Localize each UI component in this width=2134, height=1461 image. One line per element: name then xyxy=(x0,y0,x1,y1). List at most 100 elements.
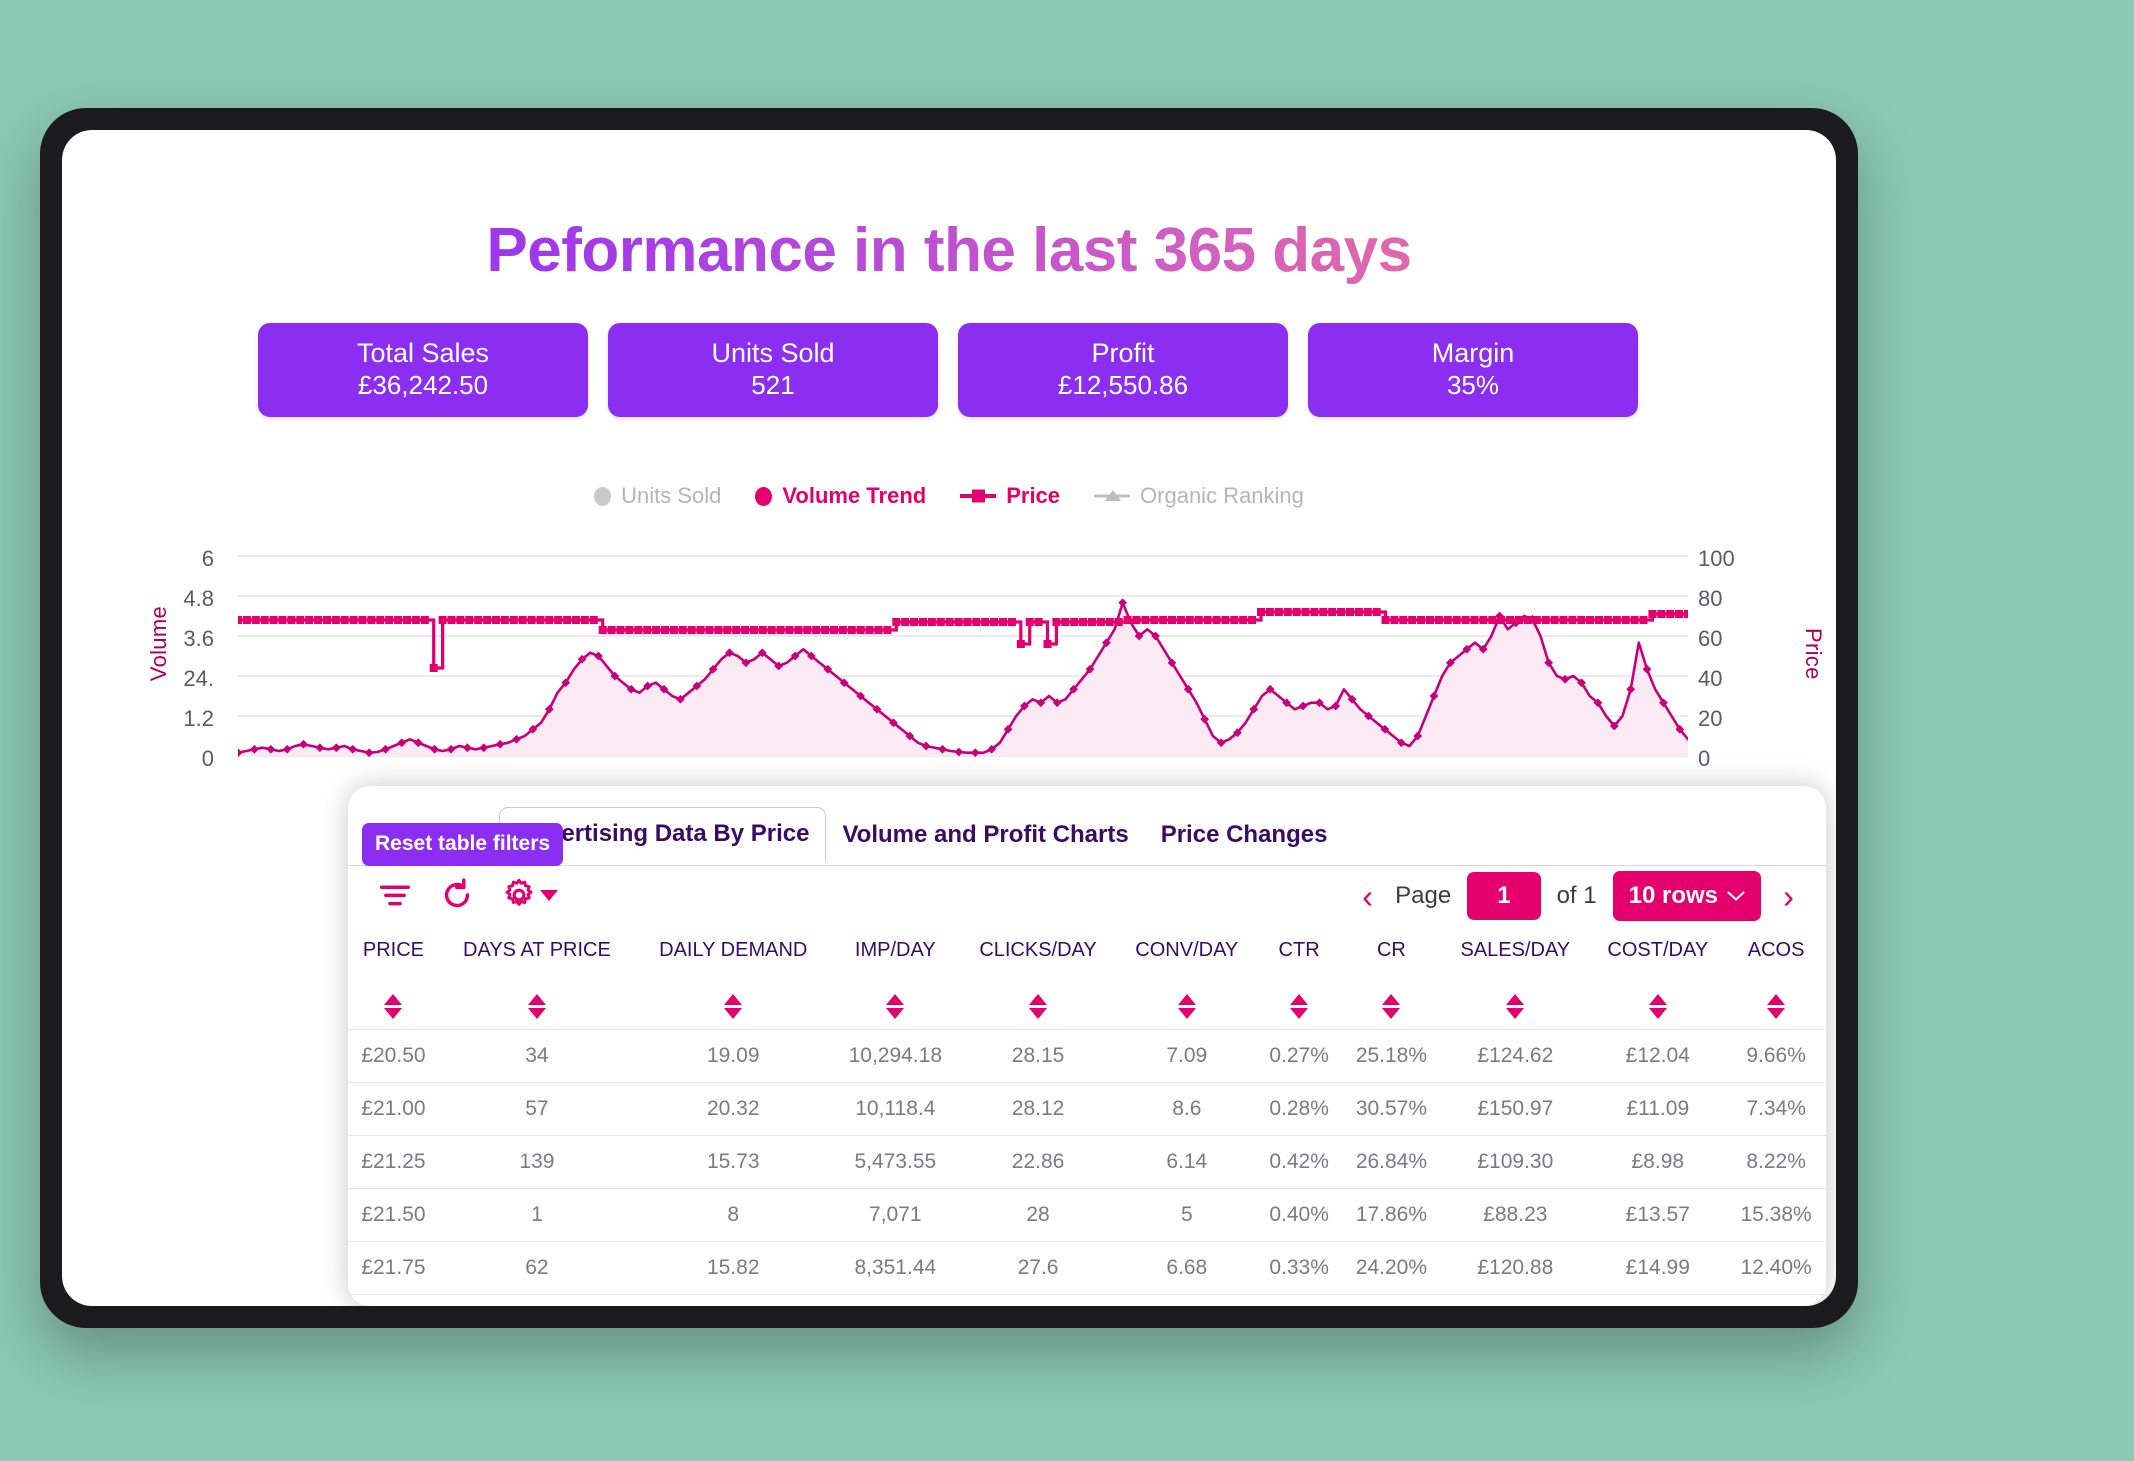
column-header-cost-day[interactable]: COST/DAY xyxy=(1589,934,1726,1030)
column-header-label: PRICE xyxy=(362,939,424,961)
y-tick: 4.8 xyxy=(183,586,214,611)
table-cell: 57 xyxy=(438,1082,635,1136)
column-header-label: COST/DAY xyxy=(1607,939,1709,961)
legend-label: Units Sold xyxy=(621,483,722,508)
sort-toggle-icon[interactable] xyxy=(724,994,743,1019)
kpi-label: Units Sold xyxy=(711,338,835,369)
y2-tick: 20 xyxy=(1698,706,1723,731)
column-header-label: CONV/DAY xyxy=(1135,939,1239,961)
line-triangle-marker-icon xyxy=(1094,489,1130,503)
table-cell: £13.57 xyxy=(1589,1188,1727,1242)
page-number-input[interactable]: 1 xyxy=(1467,872,1541,920)
sort-toggle-icon[interactable] xyxy=(527,994,546,1019)
y-tick: 3.6 xyxy=(183,626,214,651)
sort-toggle-icon[interactable] xyxy=(1029,994,1048,1019)
legend-item-organic-ranking[interactable]: Organic Ranking xyxy=(1094,483,1304,509)
table-cell: £21.75 xyxy=(348,1241,439,1295)
chevron-down-icon[interactable] xyxy=(540,889,558,901)
data-table-panel: Reset table filters Advertising Data By … xyxy=(348,786,1826,1306)
chevron-down-icon xyxy=(1727,891,1745,901)
table-cell: £88.23 xyxy=(1441,1188,1590,1242)
table-cell: 24.20% xyxy=(1341,1241,1442,1295)
column-header-acos[interactable]: ACOS xyxy=(1726,934,1826,1030)
table-cell: 8 xyxy=(634,1188,832,1242)
sort-toggle-icon[interactable] xyxy=(1382,994,1401,1019)
table-row[interactable]: £21.50 1 8 7,071 28 5 0.40% 17.86% £88.23 £13.57 1… xyxy=(348,1188,1826,1242)
kpi-card-total-sales[interactable]: Total Sales £36,242.50 xyxy=(258,323,588,417)
chart-plot-area xyxy=(238,555,1688,758)
table-cell: 10,294.18 xyxy=(831,1029,960,1083)
table-cell: 9.66% xyxy=(1726,1029,1826,1083)
table-cell: 7.09 xyxy=(1116,1029,1257,1083)
legend-item-units-sold[interactable]: Units Sold xyxy=(594,483,721,509)
sort-toggle-icon[interactable] xyxy=(886,994,905,1019)
tab-volume-and-profit-charts[interactable]: Volume and Profit Charts xyxy=(826,809,1145,862)
column-header-daily-demand[interactable]: DAILY DEMAND xyxy=(635,934,832,1030)
column-header-label: IMP/DAY xyxy=(854,939,936,961)
table-cell: 12.26% xyxy=(1726,1294,1826,1306)
rows-per-page-select[interactable]: 10 rows xyxy=(1612,871,1761,921)
column-header-ctr[interactable]: CTR xyxy=(1257,934,1342,1030)
table-cell: £20.50 xyxy=(348,1029,439,1083)
table-cell: £124.62 xyxy=(1441,1029,1590,1083)
legend-item-price[interactable]: Price xyxy=(960,483,1060,509)
gear-icon[interactable] xyxy=(502,878,558,912)
kpi-value: 521 xyxy=(751,370,795,401)
table-cell: 26.84% xyxy=(1341,1135,1442,1189)
kpi-card-profit[interactable]: Profit £12,550.86 xyxy=(958,323,1288,417)
column-header-sales-day[interactable]: SALES/DAY xyxy=(1441,934,1589,1030)
table-cell: 0.28% xyxy=(1256,1082,1342,1136)
previous-page-button[interactable]: ‹ xyxy=(1356,880,1379,913)
table-cell: 139 xyxy=(438,1135,635,1189)
table-cell: £120.88 xyxy=(1441,1241,1590,1295)
table-cell: £12.04 xyxy=(1589,1029,1727,1083)
table-toolbar: ‹ Page 1 of 1 10 rows › xyxy=(348,868,1826,930)
legend-item-volume-trend[interactable]: Volume Trend xyxy=(755,483,926,509)
table-cell: 25.43 xyxy=(959,1294,1117,1306)
line-square-marker-icon xyxy=(960,489,996,503)
sort-toggle-icon[interactable] xyxy=(384,994,403,1019)
reset-table-filters-button[interactable]: Reset table filters xyxy=(362,823,564,866)
column-header-days-at-price[interactable]: DAYS AT PRICE xyxy=(439,934,635,1030)
column-header-cr[interactable]: CR xyxy=(1342,934,1442,1030)
sort-toggle-icon[interactable] xyxy=(1290,994,1309,1019)
sort-toggle-icon[interactable] xyxy=(1648,994,1667,1019)
table-cell: 12.40% xyxy=(1726,1241,1826,1295)
y2-tick: 0 xyxy=(1698,746,1711,771)
next-page-button[interactable]: › xyxy=(1777,880,1800,913)
column-header-clicks-day[interactable]: CLICKS/DAY xyxy=(959,934,1117,1030)
table-row[interactable]: £22.007017.216,776.1725.437.390.38%29.04… xyxy=(348,1294,1826,1306)
kpi-label: Profit xyxy=(1091,338,1155,369)
rows-per-page-label: 10 rows xyxy=(1628,882,1718,909)
kpi-card-margin[interactable]: Margin 35% xyxy=(1308,323,1638,417)
sort-toggle-icon[interactable] xyxy=(1506,994,1525,1019)
table-cell: 27.6 xyxy=(959,1241,1117,1295)
table-cell: 20.32 xyxy=(634,1082,832,1136)
tab-price-changes[interactable]: Price Changes xyxy=(1144,809,1344,862)
table-row[interactable]: £21.25 139 15.73 5,473.55 22.86 6.14 0.42% 26.8… xyxy=(348,1135,1826,1189)
filter-icon[interactable] xyxy=(378,880,412,910)
kpi-card-units-sold[interactable]: Units Sold 521 xyxy=(608,323,938,417)
refresh-icon[interactable] xyxy=(440,878,474,912)
table-cell: 70 xyxy=(438,1294,635,1306)
column-header-conv-day[interactable]: CONV/DAY xyxy=(1117,934,1257,1030)
table-cell: 0.40% xyxy=(1256,1188,1342,1242)
table-row[interactable]: £21.00 57 20.32 10,118.4 28.12 8.6 0.28% 30.57%… xyxy=(348,1082,1826,1136)
column-header-price[interactable]: PRICE xyxy=(348,934,439,1030)
column-header-label: ACOS xyxy=(1747,939,1805,961)
kpi-label: Total Sales xyxy=(356,338,490,369)
sort-toggle-icon[interactable] xyxy=(1177,994,1196,1019)
y2-tick: 80 xyxy=(1698,586,1723,611)
table-cell: 17.86% xyxy=(1341,1188,1442,1242)
table-cell: 19.09 xyxy=(634,1029,832,1083)
table-row[interactable]: £20.50 34 19.09 10,294.18 28.15 7.09 0.27% 25.1… xyxy=(348,1029,1826,1083)
y2-tick: 60 xyxy=(1698,626,1723,651)
column-header-imp-day[interactable]: IMP/DAY xyxy=(832,934,960,1030)
table-row[interactable]: £21.75 62 15.82 8,351.44 27.6 6.68 0.33% 24.20%… xyxy=(348,1241,1826,1295)
table-cell: 28 xyxy=(959,1188,1117,1242)
table-cell: 0.38% xyxy=(1256,1294,1342,1306)
device-frame: Peformance in the last 365 days Total Sa… xyxy=(40,108,1858,1328)
table-cell: 6,776.17 xyxy=(831,1294,960,1306)
sort-toggle-icon[interactable] xyxy=(1767,994,1786,1019)
kpi-value: £36,242.50 xyxy=(357,370,489,401)
